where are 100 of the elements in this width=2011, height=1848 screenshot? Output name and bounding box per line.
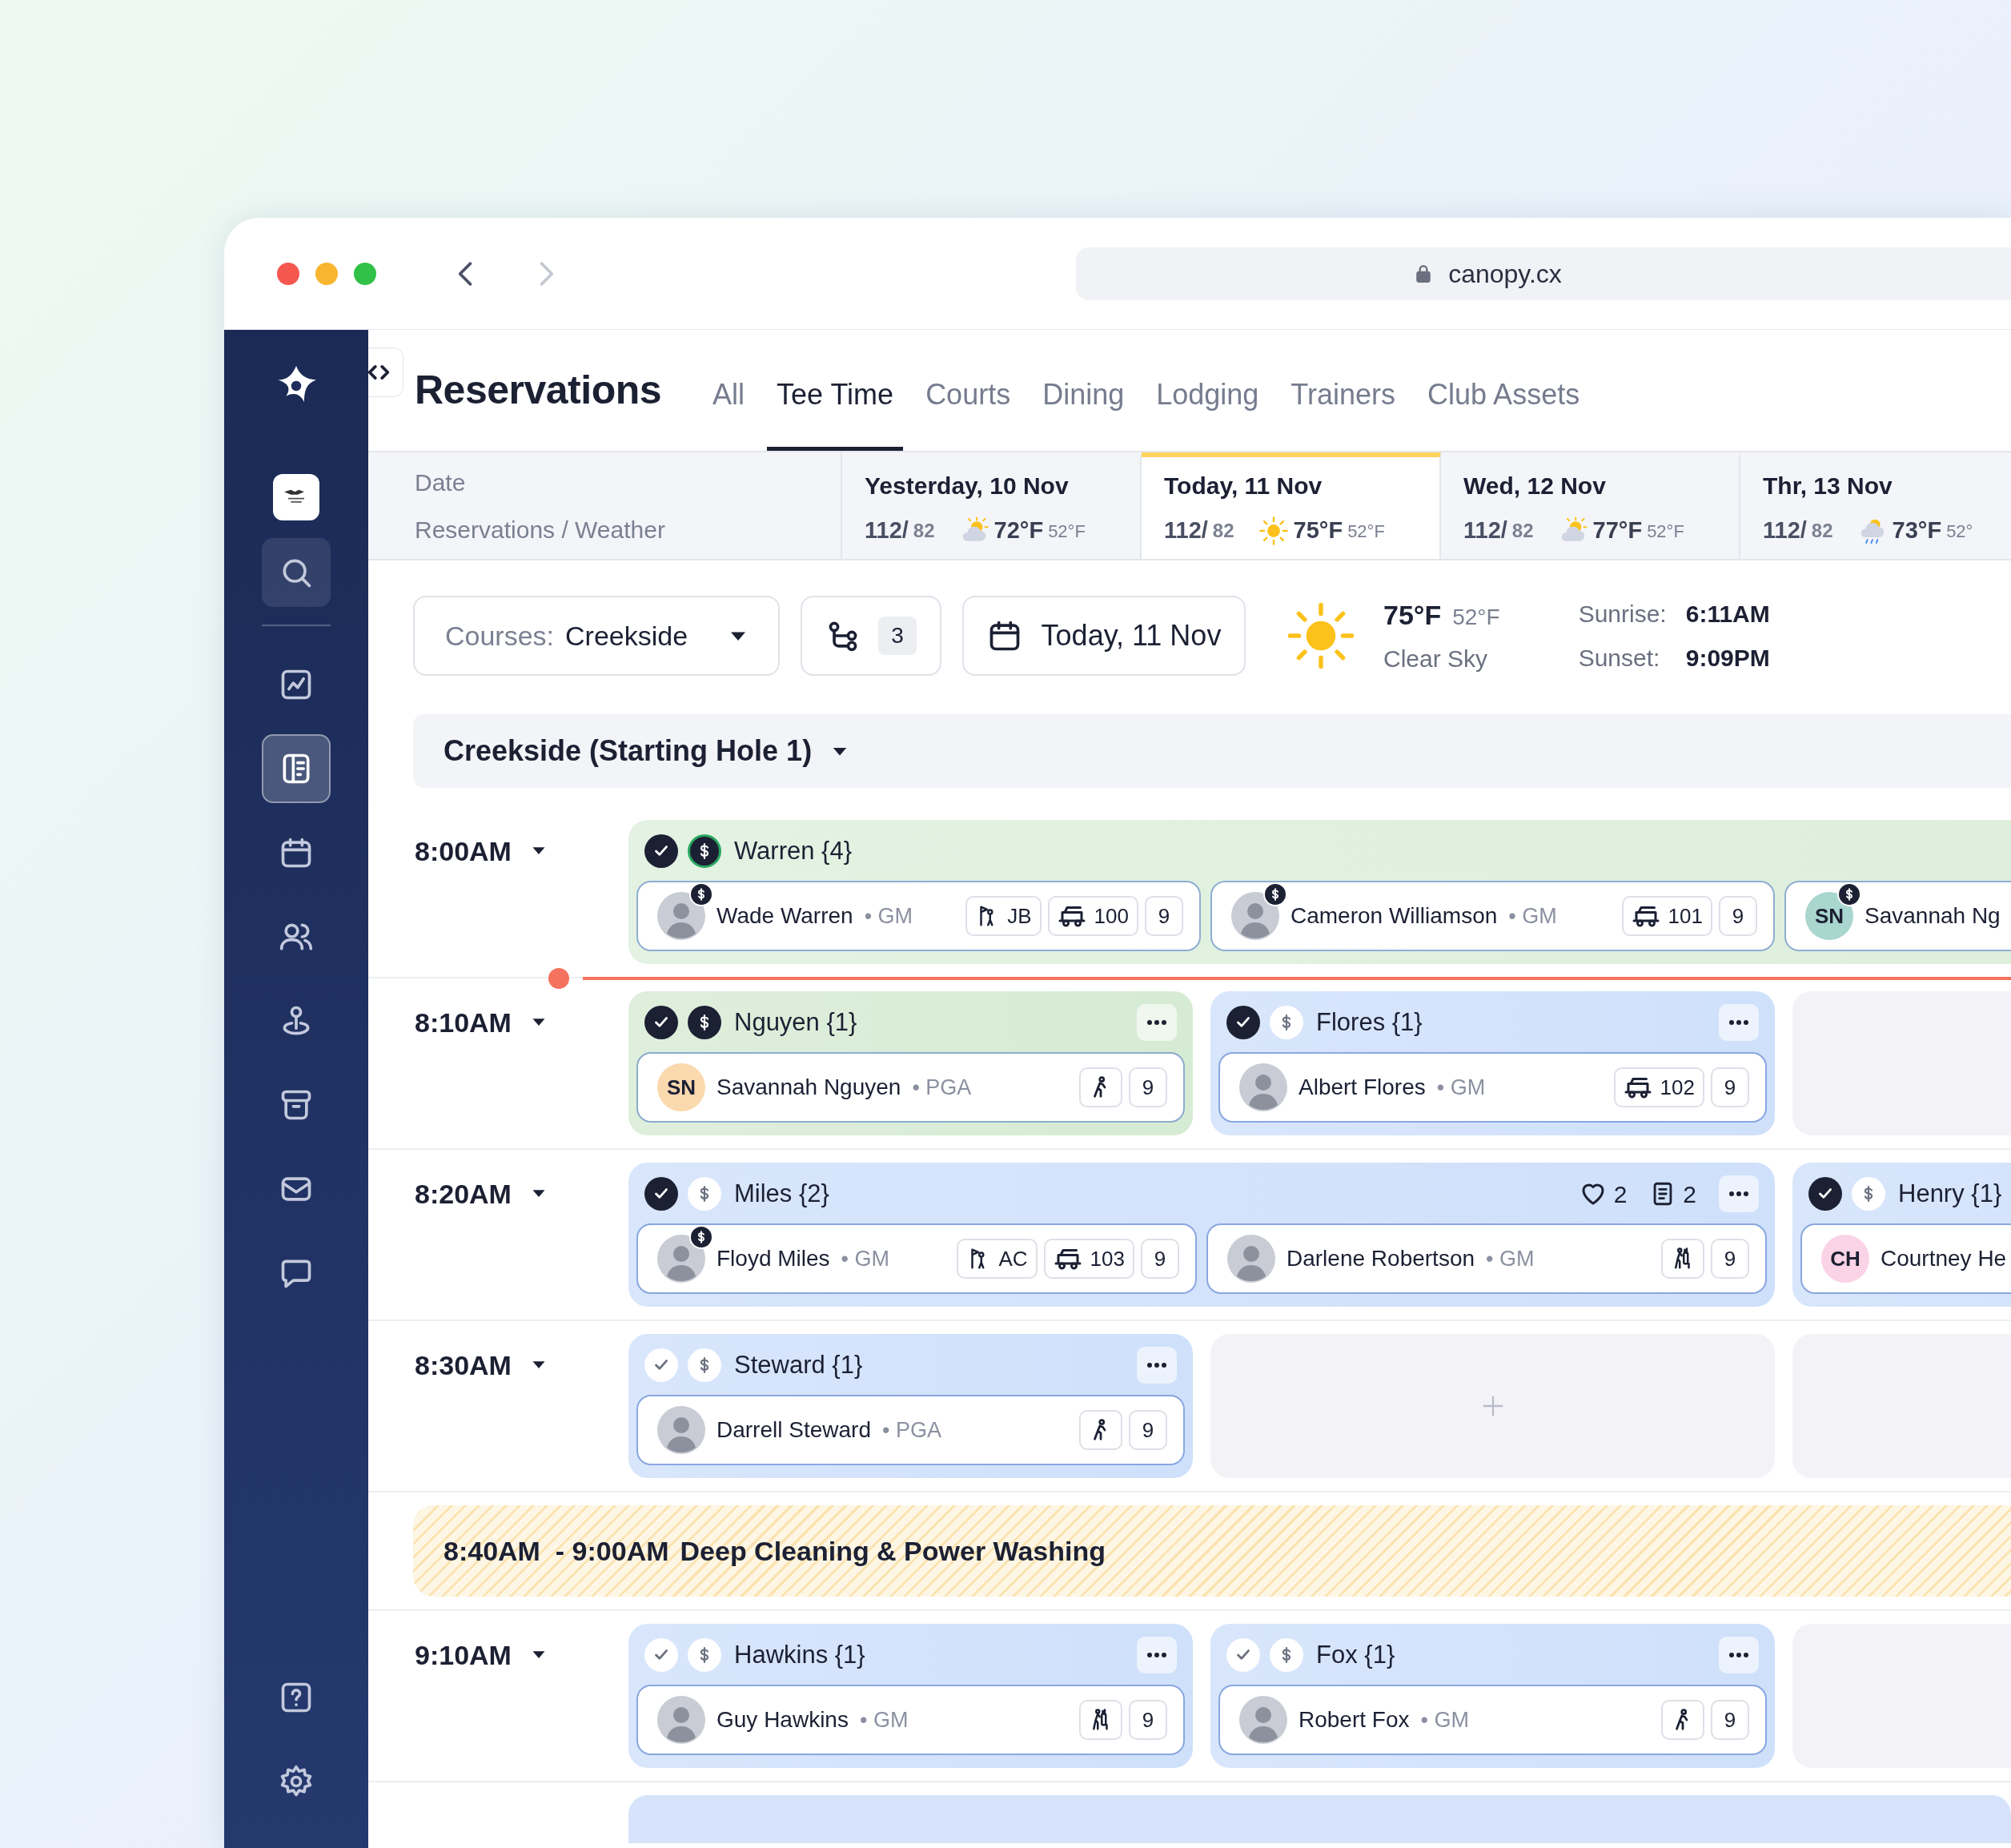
player-card[interactable]: SN Savannah Nguyen • PGA 9 [636, 1052, 1185, 1123]
cart-tag: 101 [1621, 896, 1712, 936]
player-card[interactable]: Wade Warren • GM JB 100 9 [636, 881, 1201, 951]
capacity-count: 82 [1811, 519, 1833, 543]
booked-count: 112/ [1164, 516, 1208, 545]
player-role: • PGA [881, 1416, 941, 1444]
capacity-count: 82 [1511, 519, 1534, 543]
avatar-initials: SN [1805, 892, 1853, 940]
date-column[interactable]: Wed, 12 Nov 112/ 82 77°F 52°F [1441, 452, 1740, 559]
player-card[interactable]: SN Savannah Ng [1784, 881, 2011, 951]
time-slot-button[interactable]: 8:30AM [368, 1334, 628, 1478]
player-card[interactable]: Robert Fox • GM 9 [1218, 1685, 1767, 1755]
player-name: Floyd Miles [716, 1245, 830, 1272]
more-button[interactable] [1137, 1347, 1177, 1384]
sidebar-search-button[interactable] [262, 538, 331, 607]
player-name: Cameron Williamson [1290, 902, 1498, 930]
cart-tag: 100 [1047, 896, 1138, 936]
time-slot-button[interactable]: 8:10AM [368, 991, 628, 1135]
time-slot-button[interactable]: 8:00AM [368, 820, 628, 964]
blocked-time-title: Deep Cleaning & Power Washing [680, 1534, 1106, 1568]
booking-group[interactable]: Fox {1} Robert Fox • GM 9 [1210, 1624, 1775, 1768]
holes-count: 9 [1129, 1700, 1167, 1740]
player-name: Savannah Ng [1864, 902, 2001, 930]
group-name: Hawkins {1} [734, 1639, 865, 1670]
tab[interactable]: Club Assets [1418, 373, 1590, 451]
player-card[interactable]: Darlene Robertson • GM 9 [1206, 1223, 1767, 1294]
time-slot-button[interactable]: 8:20AM [368, 1163, 628, 1307]
booking-group[interactable]: Flores {1} Albert Flores • GM 102 9 [1210, 991, 1775, 1135]
day-label: Yesterday, 10 Nov [865, 472, 1070, 501]
booking-group[interactable]: Nguyen {1} SN Savannah Nguyen • PGA 9 [628, 991, 1193, 1135]
check-in-status[interactable] [1226, 1638, 1260, 1672]
time-slot-button[interactable]: 9:10AM [368, 1624, 628, 1768]
date-column[interactable]: Thr, 13 Nov 112/ 82 73°F 52° [1740, 452, 2011, 559]
count-badge: 3 [878, 617, 917, 655]
sidebar-reservations-button[interactable] [262, 734, 331, 803]
booking-group[interactable]: Warren {4} Wade Warren • GM JB 100 9 Cameron Williamson • GM 101 9 SN Savannah Ng [628, 820, 2011, 964]
more-button[interactable] [1137, 1004, 1177, 1041]
day-label: Thr, 13 Nov [1763, 472, 1893, 501]
tab[interactable]: Courts [916, 373, 1021, 451]
temperature: 75°F [1383, 599, 1442, 632]
ellipsis-icon [1146, 1362, 1167, 1368]
more-button[interactable] [1719, 1175, 1759, 1212]
check-in-status[interactable] [1226, 1006, 1260, 1039]
course-dropdown[interactable]: Courses: Creekside [413, 596, 780, 676]
tab[interactable]: All [703, 373, 755, 451]
player-card[interactable]: Darrell Steward • PGA 9 [636, 1395, 1185, 1465]
course-section-header[interactable]: Creekside (Starting Hole 1) [413, 714, 2011, 788]
player-card[interactable]: CH Courtney He [1800, 1223, 2011, 1294]
more-button[interactable] [1719, 1004, 1759, 1041]
date-label: Date [415, 468, 467, 497]
sunrise-time: 6:11AM [1685, 600, 1770, 629]
tab[interactable]: Trainers [1281, 373, 1406, 451]
collapse-sidebar-button[interactable] [368, 348, 403, 397]
holes-count: 9 [1711, 1067, 1749, 1107]
check-in-status[interactable] [644, 834, 678, 868]
booked-count: 112/ [1463, 516, 1507, 545]
check-in-status[interactable] [1808, 1177, 1842, 1211]
date-picker-button[interactable]: Today, 11 Nov [962, 596, 1246, 676]
payment-status[interactable] [688, 834, 721, 868]
low-temp: 52°F [1647, 520, 1684, 543]
player-role: • GM [1436, 1074, 1486, 1101]
check-in-status[interactable] [644, 1348, 678, 1382]
check-in-status[interactable] [644, 1638, 678, 1672]
booking-group[interactable]: Henry {1} CH Courtney He [1792, 1163, 2011, 1307]
capacity-count: 82 [913, 519, 935, 543]
low-temp: 52°F [1048, 520, 1086, 543]
player-name: Robert Fox [1299, 1706, 1410, 1734]
tab[interactable]: Dining [1033, 373, 1134, 451]
booking-group[interactable]: Miles {2} 2 2 Floyd Miles • GM AC 103 9 Darlene Robertson • GM 9 [628, 1163, 1775, 1307]
check-in-status[interactable] [644, 1006, 678, 1039]
booked-count: 112/ [865, 516, 909, 545]
holes-count: 9 [1719, 896, 1757, 936]
booking-group[interactable]: Steward {1} Darrell Steward • PGA 9 [628, 1334, 1193, 1478]
booking-group[interactable]: Hawkins {1} Guy Hawkins • GM 9 [628, 1624, 1193, 1768]
route-filter-button[interactable]: 3 [801, 596, 941, 676]
date-column[interactable]: Today, 11 Nov 112/ 82 75°F 52°F [1142, 452, 1441, 559]
more-button[interactable] [1137, 1637, 1177, 1673]
weather-condition: Clear Sky [1383, 645, 1489, 673]
player-card[interactable]: Guy Hawkins • GM 9 [636, 1685, 1185, 1755]
tab[interactable]: Lodging [1146, 373, 1269, 451]
payment-status[interactable] [688, 1006, 721, 1039]
high-temp: 77°F [1592, 516, 1643, 545]
day-label: Wed, 12 Nov [1463, 472, 1607, 501]
holes-count: 9 [1129, 1410, 1167, 1450]
avatar-initials: SN [657, 1063, 705, 1111]
likes-count: 2 [1613, 1179, 1628, 1209]
cart-tag: 103 [1043, 1239, 1134, 1279]
high-temp: 75°F [1293, 516, 1343, 545]
ellipsis-icon [1728, 1019, 1749, 1026]
player-card[interactable]: Albert Flores • GM 102 9 [1218, 1052, 1767, 1123]
caddie-tag: JB [965, 896, 1042, 936]
player-card[interactable]: Floyd Miles • GM AC 103 9 [636, 1223, 1197, 1294]
group-name: Miles {2} [734, 1178, 829, 1209]
low-temperature: 52°F [1452, 604, 1500, 631]
date-sublabel: Reservations / Weather [415, 515, 666, 544]
player-role: • GM [859, 1706, 909, 1734]
check-in-status[interactable] [644, 1177, 678, 1211]
more-button[interactable] [1719, 1637, 1759, 1673]
player-card[interactable]: Cameron Williamson • GM 101 9 [1210, 881, 1775, 951]
address-bar[interactable]: canopy.cx [1076, 247, 2011, 300]
